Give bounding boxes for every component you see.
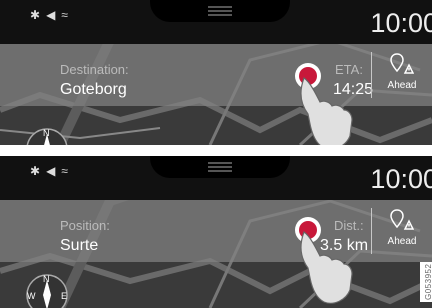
ahead-label: Ahead [387, 236, 417, 247]
pull-down-handle[interactable] [150, 156, 290, 178]
clock: 10:00 [370, 8, 432, 38]
position-label: Position: [60, 218, 110, 233]
ahead-icon [390, 53, 414, 74]
ahead-button[interactable]: Ahead [372, 200, 432, 262]
finger-tap-illustration [295, 63, 353, 145]
status-bar: ✱◀≈ 10:00 [0, 0, 432, 44]
compass-icon[interactable]: N W E [22, 124, 72, 145]
ahead-button[interactable]: Ahead [372, 44, 432, 106]
nav-screen-top: ✱◀≈ 10:00 Destination: Goteborg ETA: 14:… [0, 0, 432, 145]
compass-e: E [61, 291, 67, 301]
bluetooth-icon: ✱ [30, 8, 47, 22]
status-bar: ✱◀≈ 10:00 [0, 156, 432, 200]
bluetooth-icon: ✱ [30, 164, 47, 178]
destination-label: Destination: [60, 62, 129, 77]
compass-icon[interactable]: N W E [22, 270, 72, 308]
ahead-icon [390, 209, 414, 230]
clock: 10:00 [370, 164, 432, 194]
ahead-label: Ahead [387, 80, 417, 91]
wifi-icon: ≈ [61, 8, 74, 22]
destination-value: Goteborg [60, 81, 127, 98]
compass-n: N [43, 128, 50, 138]
compass-n: N [43, 274, 50, 284]
status-icons: ✱◀≈ [30, 164, 74, 178]
finger-tap-illustration [295, 217, 353, 304]
navigation-icon: ◀ [46, 164, 62, 178]
nav-screen-bottom: ✱◀≈ 10:00 Position: Surte Dist.: 3.5 km … [0, 156, 432, 308]
wifi-icon: ≈ [61, 164, 74, 178]
figure-id: G053952 [424, 263, 433, 300]
pull-down-handle[interactable] [150, 0, 290, 22]
position-value: Surte [60, 237, 99, 254]
compass-w: W [27, 291, 36, 301]
status-icons: ✱◀≈ [30, 8, 74, 22]
navigation-icon: ◀ [46, 8, 62, 22]
